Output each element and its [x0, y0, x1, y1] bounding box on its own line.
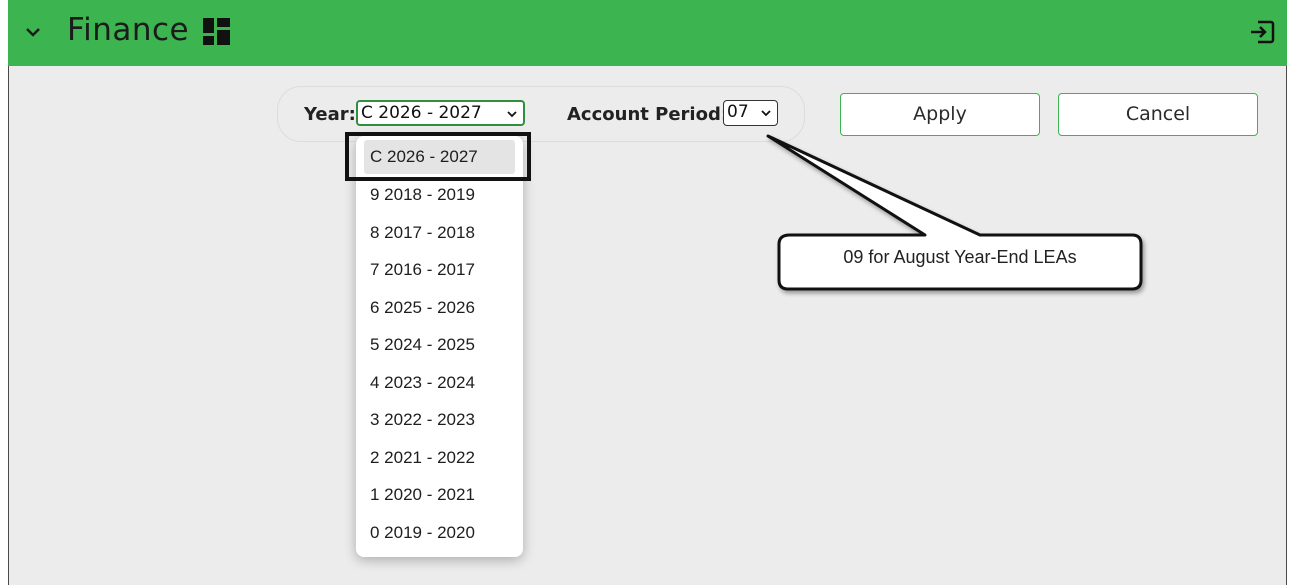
callout-text: 09 for August Year-End LEAs	[843, 247, 1077, 267]
chevron-down-icon	[761, 110, 771, 117]
year-option[interactable]: 5 2024 - 2025	[364, 328, 515, 362]
cancel-button[interactable]: Cancel	[1058, 93, 1258, 136]
page-title: Finance	[67, 12, 190, 48]
chevron-down-icon	[507, 111, 517, 118]
grid-layout-icon[interactable]	[203, 18, 230, 45]
year-select-value: C 2026 - 2027	[361, 103, 482, 123]
year-option[interactable]: 3 2022 - 2023	[364, 403, 515, 437]
chevron-down-icon[interactable]	[24, 23, 42, 41]
year-option[interactable]: 9 2018 - 2019	[364, 178, 515, 212]
exit-icon[interactable]	[1249, 19, 1275, 45]
year-option[interactable]: 2 2021 - 2022	[364, 441, 515, 475]
year-option[interactable]: 7 2016 - 2017	[364, 253, 515, 287]
account-period-label: Account Period:	[567, 104, 729, 125]
year-option[interactable]: 8 2017 - 2018	[364, 216, 515, 250]
year-dropdown-list: C 2026 - 2027 9 2018 - 2019 8 2017 - 201…	[356, 136, 523, 557]
account-period-value: 07	[727, 102, 749, 122]
apply-button[interactable]: Apply	[840, 93, 1040, 136]
account-period-select[interactable]: 07	[723, 100, 778, 126]
selected-option-highlight	[345, 132, 531, 181]
year-option[interactable]: 0 2019 - 2020	[364, 516, 515, 550]
year-select[interactable]: C 2026 - 2027	[356, 100, 525, 126]
year-label: Year:	[304, 104, 356, 125]
year-option[interactable]: 4 2023 - 2024	[364, 366, 515, 400]
year-option[interactable]: 1 2020 - 2021	[364, 478, 515, 512]
header-bar: Finance	[8, 0, 1287, 66]
year-option[interactable]: 6 2025 - 2026	[364, 291, 515, 325]
